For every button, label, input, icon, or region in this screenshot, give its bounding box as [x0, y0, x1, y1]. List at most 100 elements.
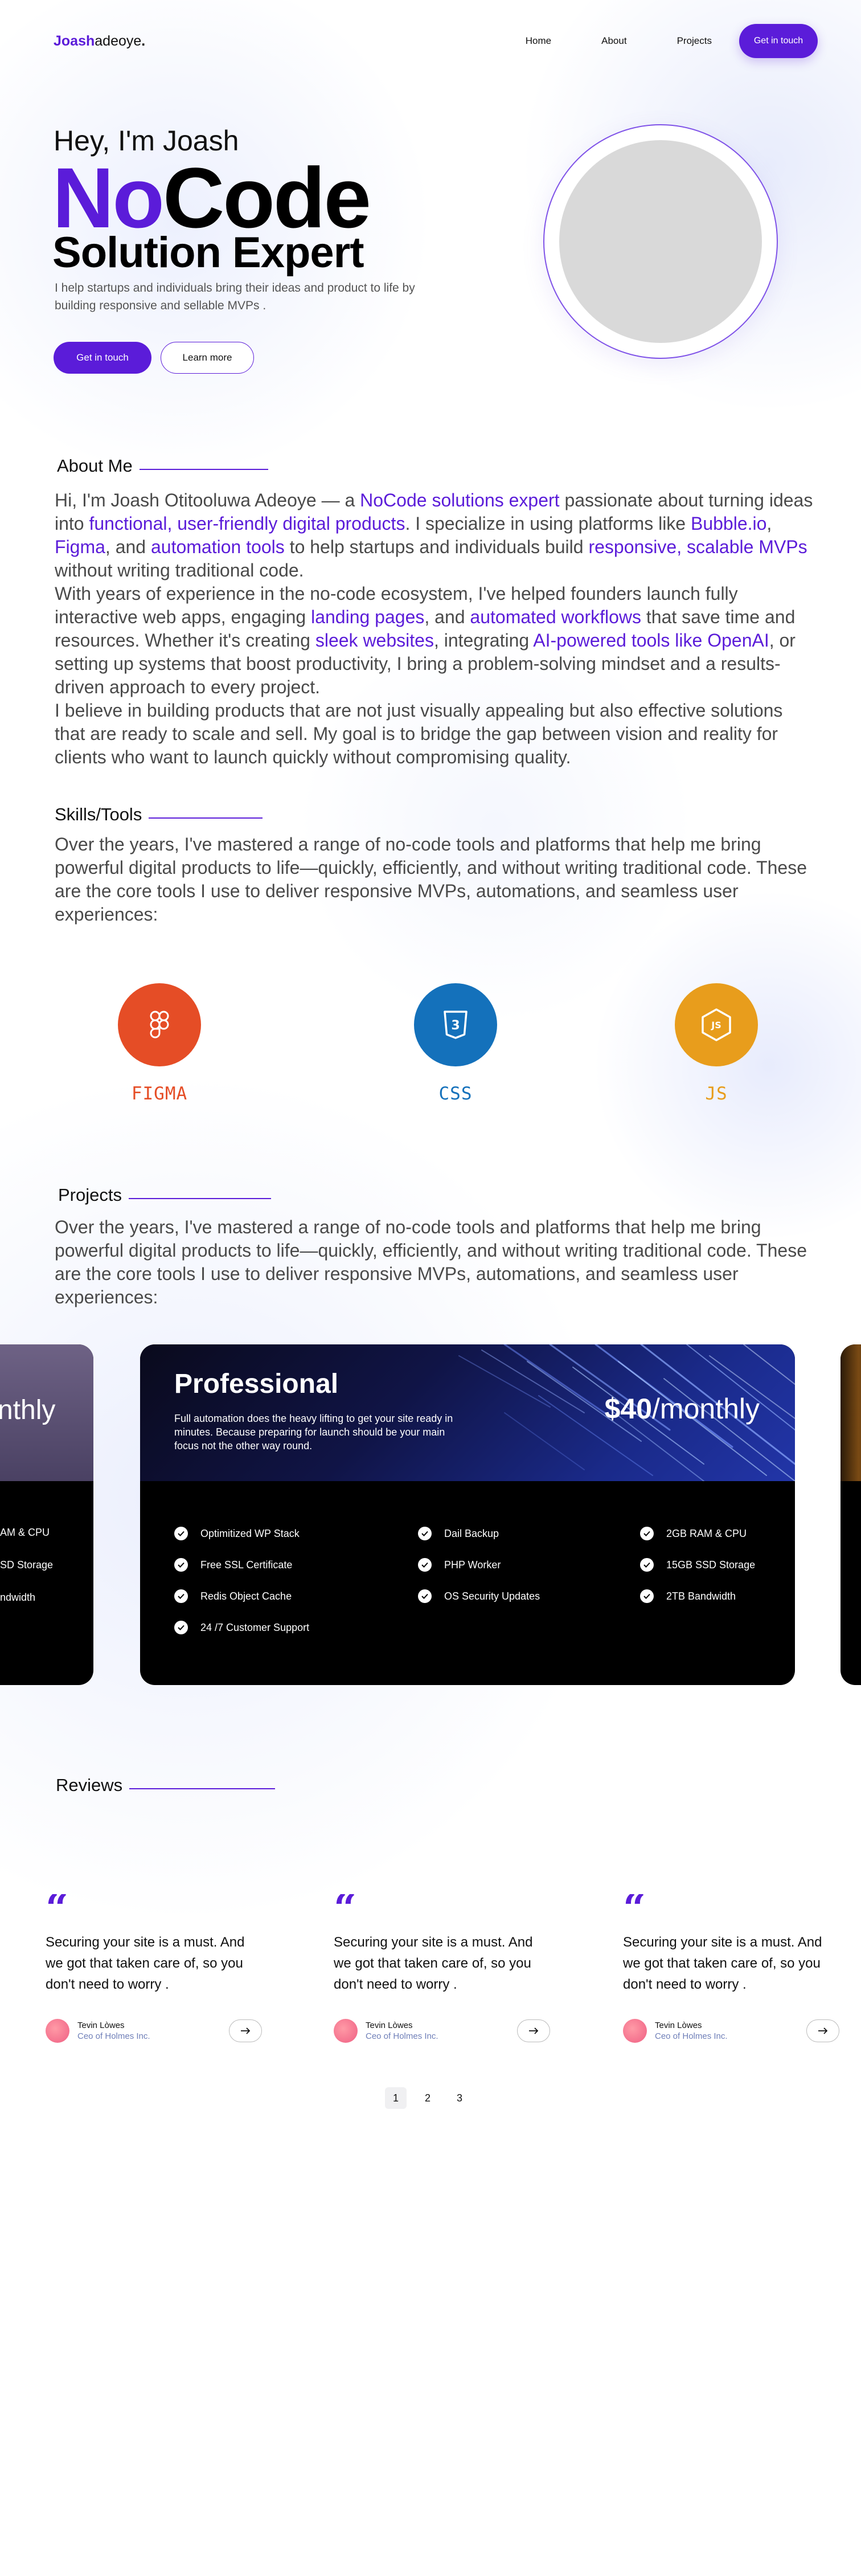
pricing-card-previous[interactable]: nthly AM & CPU SD Storage ndwidth [0, 1344, 93, 1685]
nav-link-projects[interactable]: Projects [677, 35, 712, 47]
review-arrow-button[interactable] [517, 2019, 550, 2042]
pricing-card-professional[interactable]: Professional Full automation does the he… [140, 1344, 795, 1685]
check-icon [174, 1558, 188, 1572]
review-footer: Tevin Lòwes Ceo of Holmes Inc. [623, 2019, 839, 2043]
logo-accent: Joash [54, 32, 95, 49]
about-highlight: Figma [55, 537, 105, 557]
quote-icon: “ [334, 1894, 357, 1919]
figma-icon [118, 983, 201, 1066]
check-icon [174, 1527, 188, 1540]
reviewer-avatar [623, 2019, 647, 2043]
skill-figma: FIGMA [85, 983, 233, 1104]
nav-link-home[interactable]: Home [526, 35, 551, 47]
check-icon [174, 1621, 188, 1634]
about-highlight: AI-powered tools like OpenAI [533, 630, 769, 651]
profile-photo-frame [543, 124, 778, 359]
reviewer-info: Tevin Lòwes Ceo of Holmes Inc. [77, 2021, 150, 2041]
projects-description: Over the years, I've mastered a range of… [55, 1217, 807, 1307]
check-icon [418, 1527, 432, 1540]
plan-price-period: /monthly [652, 1393, 760, 1425]
reviewer-role: Ceo of Holmes Inc. [366, 2031, 438, 2041]
hero-subtitle: Solution Expert [52, 228, 364, 277]
plan-feature-label: OS Security Updates [444, 1590, 540, 1602]
about-highlight: responsive, scalable MVPs [588, 537, 807, 557]
check-icon [418, 1589, 432, 1603]
arrow-right-icon [241, 2027, 251, 2034]
pricing-card-next-header [840, 1344, 861, 1481]
plan-feature-label: 2TB Bandwidth [666, 1590, 736, 1602]
reviews-heading: Reviews [56, 1775, 276, 1796]
projects-heading-text: Projects [58, 1185, 122, 1205]
about-paragraph-2: With years of experience in the no-code … [55, 582, 818, 699]
reviewer-name: Tevin Lòwes [366, 2021, 413, 2030]
plan-name: Professional [174, 1369, 339, 1399]
pricing-card-header: Professional Full automation does the he… [140, 1344, 795, 1481]
review-card: “ Securing your site is a must. And we g… [334, 1894, 550, 2043]
plan-features: Optimitized WP Stack Dail Backup 2GB RAM… [174, 1527, 772, 1634]
previous-card-feature: ndwidth [0, 1592, 36, 1603]
hero-buttons: Get in touch Learn more [54, 342, 254, 374]
plan-feature-label: 2GB RAM & CPU [666, 1527, 747, 1539]
skill-label-js: JS [705, 1083, 728, 1104]
arrow-right-icon [529, 2027, 539, 2034]
review-footer: Tevin Lòwes Ceo of Holmes Inc. [334, 2019, 550, 2043]
skills-heading: Skills/Tools [55, 804, 263, 825]
heading-underline [149, 817, 263, 819]
previous-card-price: nthly [0, 1395, 56, 1425]
nav-link-about[interactable]: About [601, 35, 626, 47]
about-text-run: Hi, I'm Joash Otitooluwa Adeoye — a [55, 490, 360, 510]
review-card: “ Securing your site is a must. And we g… [623, 1894, 839, 2043]
plan-price-amount: $40 [604, 1393, 653, 1425]
plan-feature-label: Redis Object Cache [200, 1590, 292, 1602]
about-highlight: automation tools [150, 537, 285, 557]
about-text-run: , and [105, 537, 151, 557]
reviews-heading-text: Reviews [56, 1775, 123, 1795]
review-card: “ Securing your site is a must. And we g… [46, 1894, 262, 2043]
about-text-run: to help startups and individuals build [284, 537, 589, 557]
reviewer-avatar [334, 2019, 358, 2043]
about-heading-text: About Me [57, 456, 133, 476]
reviewer-info: Tevin Lòwes Ceo of Holmes Inc. [655, 2021, 728, 2041]
previous-card-feature: SD Storage [0, 1559, 54, 1571]
nodejs-icon: JS [675, 983, 758, 1066]
hero-learn-more-button[interactable]: Learn more [161, 342, 254, 374]
logo-rest: adeoye [95, 32, 142, 49]
review-footer: Tevin Lòwes Ceo of Holmes Inc. [46, 2019, 262, 2043]
about-text-run: , [766, 513, 772, 534]
skill-label-css: CSS [438, 1083, 473, 1104]
logo-dot: . [141, 32, 146, 49]
about-highlight: landing pages [311, 607, 425, 627]
top-nav: Joashadeoye. Home About Projects Get in … [54, 24, 818, 58]
logo[interactable]: Joashadeoye. [54, 33, 145, 50]
projects-heading: Projects [58, 1185, 271, 1205]
plan-feature-label: Optimitized WP Stack [200, 1527, 300, 1539]
review-arrow-button[interactable] [229, 2019, 262, 2042]
plan-feature: 15GB SSD Storage [640, 1558, 788, 1572]
check-icon [174, 1589, 188, 1603]
about-highlight: sleek websites [315, 630, 434, 651]
heading-underline [128, 1198, 271, 1199]
arrow-right-icon [818, 2027, 828, 2034]
skills-description: Over the years, I've mastered a range of… [55, 834, 807, 925]
about-paragraph-3: I believe in building products that are … [55, 700, 783, 767]
review-arrow-button[interactable] [806, 2019, 839, 2042]
page-button-1[interactable]: 1 [385, 2087, 407, 2109]
reviewer-role: Ceo of Holmes Inc. [77, 2031, 150, 2041]
hero-get-in-touch-button[interactable]: Get in touch [54, 342, 151, 374]
skill-label-figma: FIGMA [131, 1083, 188, 1104]
check-icon [418, 1558, 432, 1572]
about-highlight: Bubble.io [690, 513, 767, 534]
nav-get-in-touch-button[interactable]: Get in touch [739, 24, 818, 58]
skill-js: JS JS [642, 983, 790, 1104]
plan-feature-label: 24 /7 Customer Support [200, 1621, 310, 1633]
pricing-card-next[interactable] [840, 1344, 861, 1685]
page-button-3[interactable]: 3 [449, 2087, 470, 2109]
skills-heading-text: Skills/Tools [55, 804, 142, 824]
plan-feature-label: Dail Backup [444, 1527, 499, 1539]
page-button-2[interactable]: 2 [417, 2087, 438, 2109]
svg-text:3: 3 [451, 1019, 460, 1033]
quote-icon: “ [623, 1894, 646, 1919]
plan-feature: 2GB RAM & CPU [640, 1527, 788, 1540]
reviewer-info: Tevin Lòwes Ceo of Holmes Inc. [366, 2021, 438, 2041]
about-highlight: NoCode solutions expert [360, 490, 560, 510]
